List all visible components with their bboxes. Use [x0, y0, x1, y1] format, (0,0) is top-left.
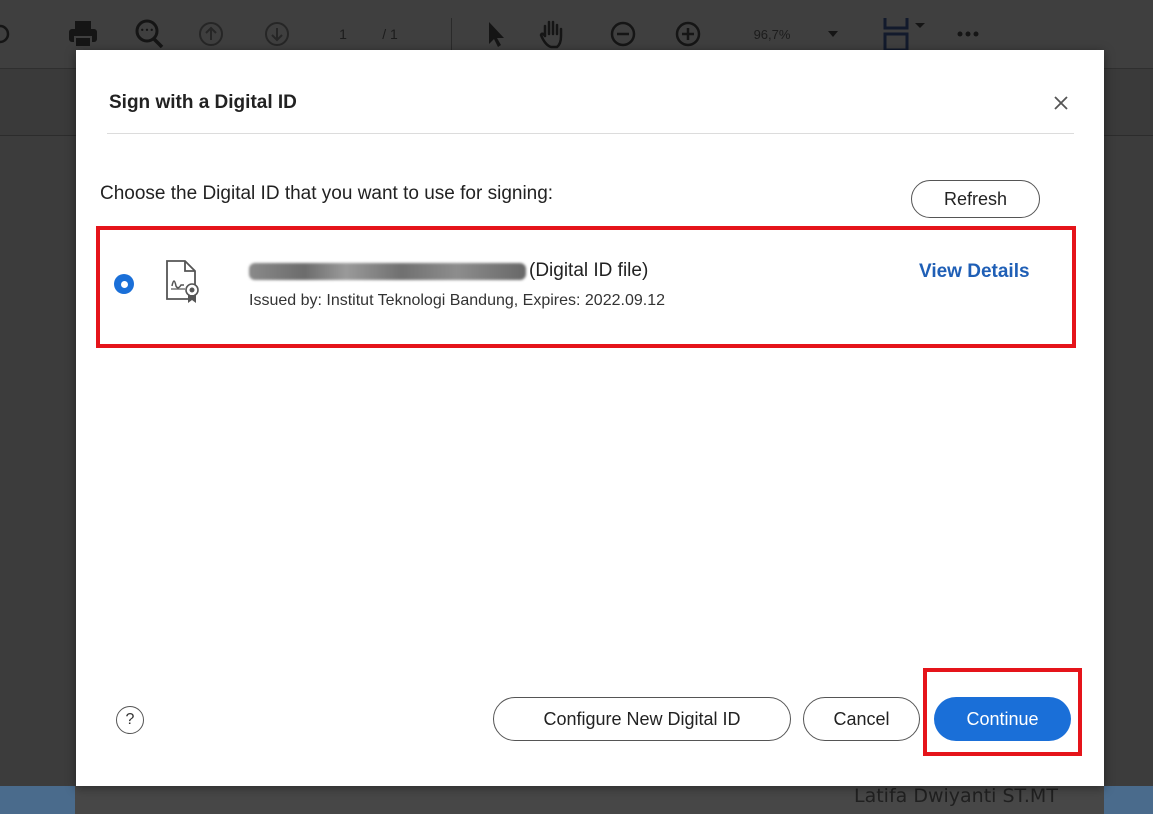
partial-left-icon [0, 16, 10, 52]
help-button[interactable]: ? [116, 706, 144, 734]
more-icon[interactable] [955, 16, 981, 52]
document-signer-name: Latifa Dwiyanti ST.MT [854, 785, 1058, 807]
close-icon [1054, 96, 1068, 110]
radio-selected-dot [120, 280, 128, 288]
document-decoration [1104, 786, 1153, 814]
continue-button[interactable]: Continue [934, 697, 1071, 741]
zoom-out-icon[interactable] [608, 16, 638, 52]
dialog-title: Sign with a Digital ID [109, 92, 297, 113]
redacted-name [249, 262, 526, 280]
hand-tool-icon[interactable] [535, 16, 569, 52]
refresh-button[interactable]: Refresh [911, 180, 1040, 218]
configure-new-digital-id-button[interactable]: Configure New Digital ID [493, 697, 791, 741]
page-up-icon[interactable] [196, 16, 226, 52]
digital-id-item[interactable]: (Digital ID file) Issued by: Institut Te… [96, 226, 1076, 348]
page-total: / 1 [382, 26, 398, 42]
instruction-text: Choose the Digital ID that you want to u… [100, 183, 554, 204]
page-current[interactable]: 1 [336, 16, 350, 52]
certificate-file-icon [164, 258, 200, 309]
select-arrow-icon[interactable] [482, 16, 508, 52]
zoom-search-icon[interactable]: ••• [132, 16, 166, 52]
toolbar-divider [450, 16, 452, 52]
title-divider [107, 133, 1074, 134]
digital-id-issuer: Issued by: Institut Teknologi Bandung, E… [249, 292, 665, 309]
view-details-link[interactable]: View Details [919, 261, 1030, 283]
digital-id-type: (Digital ID file) [529, 260, 649, 281]
print-icon[interactable] [66, 16, 100, 52]
document-decoration [0, 786, 75, 814]
zoom-dropdown-icon[interactable] [826, 16, 840, 52]
zoom-level[interactable]: 96,7% [746, 16, 798, 52]
cancel-button[interactable]: Cancel [803, 697, 920, 741]
close-button[interactable] [1048, 90, 1074, 116]
digital-id-radio[interactable] [114, 274, 134, 294]
sign-digital-id-dialog: Sign with a Digital ID Choose the Digita… [76, 50, 1104, 786]
page-down-icon[interactable] [262, 16, 292, 52]
svg-text:•••: ••• [140, 26, 154, 35]
zoom-in-icon[interactable] [673, 16, 703, 52]
fit-page-icon[interactable] [881, 16, 933, 52]
digital-id-name: (Digital ID file) [249, 260, 648, 282]
